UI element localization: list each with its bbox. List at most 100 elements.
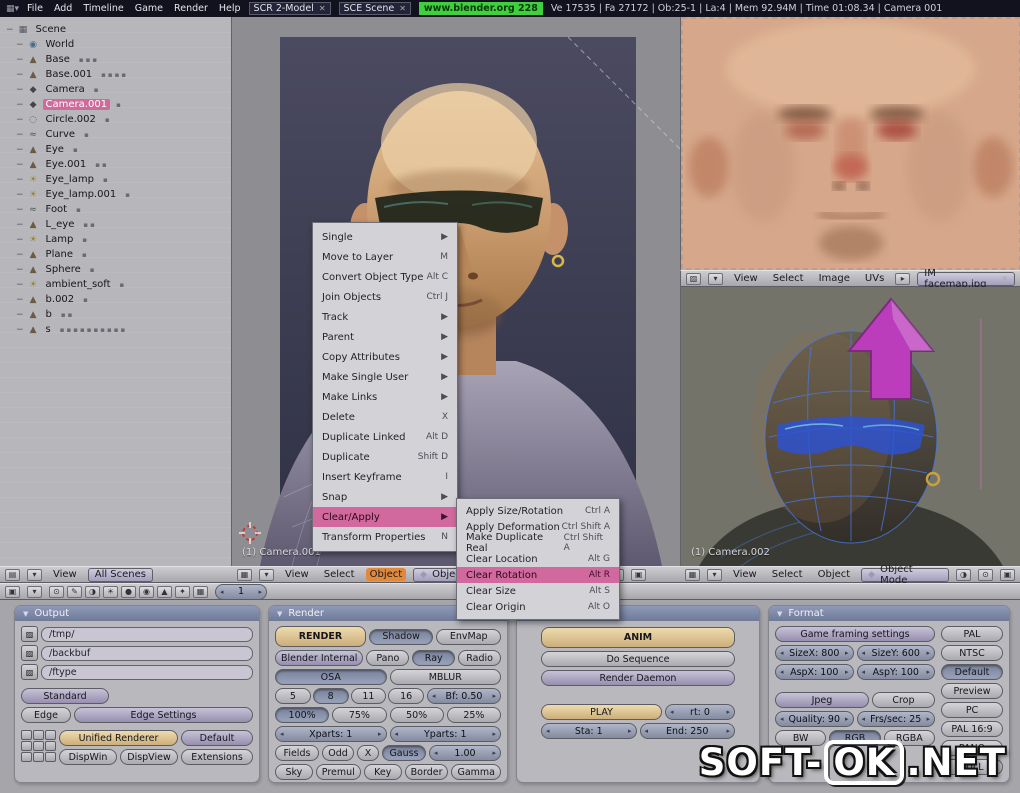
end-frame-field[interactable]: End: 250	[639, 723, 735, 739]
dispview-toggle[interactable]: DispView	[120, 749, 178, 765]
xparts-field[interactable]: Xparts: 1	[275, 726, 387, 742]
pivot-icon[interactable]: ⊙	[978, 568, 993, 581]
context-menu-item[interactable]: Clear/Apply ▶	[313, 507, 457, 527]
mblur-toggle[interactable]: MBLUR	[389, 669, 501, 685]
outliner-item[interactable]: − ▲ b ▪▪	[0, 307, 231, 322]
menu-collapse-icon[interactable]: ▾	[707, 568, 722, 581]
odd-toggle[interactable]: Odd	[322, 745, 354, 761]
format-preset-button[interactable]: PAL 16:9	[941, 721, 1003, 737]
context-menu-item[interactable]: Insert Keyframe I	[313, 467, 457, 487]
menubar-item[interactable]: Help	[219, 3, 241, 14]
editor-type-icon[interactable]: ▤	[5, 568, 20, 581]
render-path-field[interactable]: /tmp/	[41, 626, 253, 642]
script-icon[interactable]: ✎	[67, 585, 82, 598]
outliner-item[interactable]: − ▲ Base ▪▪▪	[0, 52, 231, 67]
outliner-item[interactable]: − ▲ Sphere ▪	[0, 262, 231, 277]
editor-type-icon[interactable]: ▣	[5, 585, 20, 598]
context-menu-item[interactable]: Copy Attributes ▶	[313, 347, 457, 367]
submenu-item[interactable]: Make Duplicate Real Ctrl Shift A	[457, 532, 619, 554]
anim-button[interactable]: ANIM	[541, 627, 735, 648]
outliner-item[interactable]: − ▲ Eye ▪	[0, 142, 231, 157]
outliner-item[interactable]: − ☀ Eye_lamp.001 ▪	[0, 187, 231, 202]
close-icon[interactable]: ✕	[399, 4, 406, 13]
lamp-icon[interactable]: ☀	[103, 585, 118, 598]
context-menu-item[interactable]: Track ▶	[313, 307, 457, 327]
standard-dropdown[interactable]: Standard	[21, 688, 109, 704]
crop-toggle[interactable]: Crop	[871, 692, 935, 708]
outliner-item[interactable]: − ☀ Eye_lamp ▪	[0, 172, 231, 187]
material-icon[interactable]: ●	[121, 585, 136, 598]
dispwin-toggle[interactable]: DispWin	[59, 749, 117, 765]
yparts-field[interactable]: Yparts: 1	[389, 726, 501, 742]
format-preset-button[interactable]: Default	[941, 664, 1003, 680]
context-menu-item[interactable]: Delete X	[313, 407, 457, 427]
do-sequence-toggle[interactable]: Do Sequence	[541, 651, 735, 667]
outliner-item[interactable]: − ▲ Plane ▪	[0, 247, 231, 262]
context-menu-item[interactable]: Transform Properties N	[313, 527, 457, 547]
outliner-item[interactable]: − ☀ Lamp ▪	[0, 232, 231, 247]
select-menu[interactable]: Select	[768, 568, 807, 581]
render-engine-dropdown[interactable]: Blender Internal	[275, 650, 364, 666]
object-menu[interactable]: Object	[814, 568, 855, 581]
shading-icon[interactable]: ◑	[85, 585, 100, 598]
radio-toggle[interactable]: Radio	[458, 650, 502, 666]
menubar-item[interactable]: Add	[54, 3, 72, 14]
osa-toggle[interactable]: OSA	[275, 669, 387, 685]
view-menu[interactable]: View	[49, 568, 81, 581]
select-menu[interactable]: Select	[769, 272, 808, 285]
scene-selector[interactable]: SCE Scene ✕	[338, 2, 411, 15]
size-percent-button[interactable]: 25%	[446, 707, 501, 723]
menubar-item[interactable]: Game	[135, 3, 163, 14]
editor-type-icon[interactable]: ▦	[237, 568, 252, 581]
gauss-value-field[interactable]: 1.00	[429, 745, 501, 761]
outliner-item[interactable]: − ≈ Foot ▪	[0, 202, 231, 217]
context-menu-item[interactable]: Move to Layer M	[313, 247, 457, 267]
outliner-item[interactable]: − ◉ World	[0, 37, 231, 52]
outliner-item[interactable]: − ◆ Camera ▪	[0, 82, 231, 97]
format-preset-button[interactable]: PC	[941, 702, 1003, 718]
shadow-toggle[interactable]: Shadow	[368, 628, 434, 645]
unlink-icon[interactable]: ✕	[1001, 274, 1008, 283]
file-browse-icon[interactable]: ▨	[21, 664, 38, 680]
key-toggle[interactable]: Key	[363, 764, 402, 780]
object-menu[interactable]: Object	[365, 568, 407, 581]
osa-value-button[interactable]: 16	[388, 688, 424, 704]
context-menu-item[interactable]: Make Single User ▶	[313, 367, 457, 387]
ray-toggle[interactable]: Ray	[412, 650, 456, 666]
gauss-toggle[interactable]: Gauss	[382, 745, 426, 761]
render-window-position-widget[interactable]	[21, 730, 56, 762]
outliner-item[interactable]: − ▦ Scene	[0, 22, 231, 37]
filetype-dropdown[interactable]: Jpeg	[775, 692, 869, 708]
outliner-item[interactable]: − ▲ L_eye ▪▪	[0, 217, 231, 232]
menu-collapse-icon[interactable]: ▾	[259, 568, 274, 581]
editor-type-icon[interactable]: ▨	[686, 272, 701, 285]
context-menu-item[interactable]: Convert Object Type Alt C	[313, 267, 457, 287]
render-preview-icon[interactable]: ▣	[1000, 568, 1015, 581]
context-menu-item[interactable]: Join Objects Ctrl J	[313, 287, 457, 307]
view-menu[interactable]: View	[729, 568, 761, 581]
window-type-icon[interactable]: ▦▾	[6, 4, 19, 14]
uvs-menu[interactable]: UVs	[861, 272, 888, 285]
default-dropdown[interactable]: Default	[181, 730, 253, 746]
play-button[interactable]: PLAY	[541, 704, 662, 720]
sky-toggle[interactable]: Sky	[275, 764, 313, 780]
view-menu[interactable]: View	[730, 272, 762, 285]
image-datablock-dropdown[interactable]: IM facemap.jpg ✕	[917, 268, 1015, 290]
secondary-3d-viewport[interactable]: (1) Camera.002	[680, 287, 1020, 566]
format-preset-button[interactable]: NTSC	[941, 645, 1003, 661]
submenu-item[interactable]: Clear Size Alt S	[457, 583, 619, 599]
context-menu-item[interactable]: Parent ▶	[313, 327, 457, 347]
edge-toggle[interactable]: Edge	[21, 707, 71, 723]
x-toggle[interactable]: X	[357, 745, 379, 761]
screen-selector[interactable]: SCR 2-Model ✕	[248, 2, 331, 15]
scene-icon[interactable]: ▦	[193, 585, 208, 598]
mode-dropdown[interactable]: ◆ Object Mode	[861, 564, 949, 586]
object-icon[interactable]: ▲	[157, 585, 172, 598]
premul-toggle[interactable]: Premul	[315, 764, 361, 780]
start-frame-field[interactable]: Sta: 1	[541, 723, 637, 739]
envmap-toggle[interactable]: EnvMap	[436, 628, 502, 645]
context-menu-item[interactable]: Snap ▶	[313, 487, 457, 507]
draw-mode-icon[interactable]: ◑	[956, 568, 971, 581]
close-icon[interactable]: ✕	[319, 4, 326, 13]
submenu-item[interactable]: Clear Origin Alt O	[457, 599, 619, 615]
